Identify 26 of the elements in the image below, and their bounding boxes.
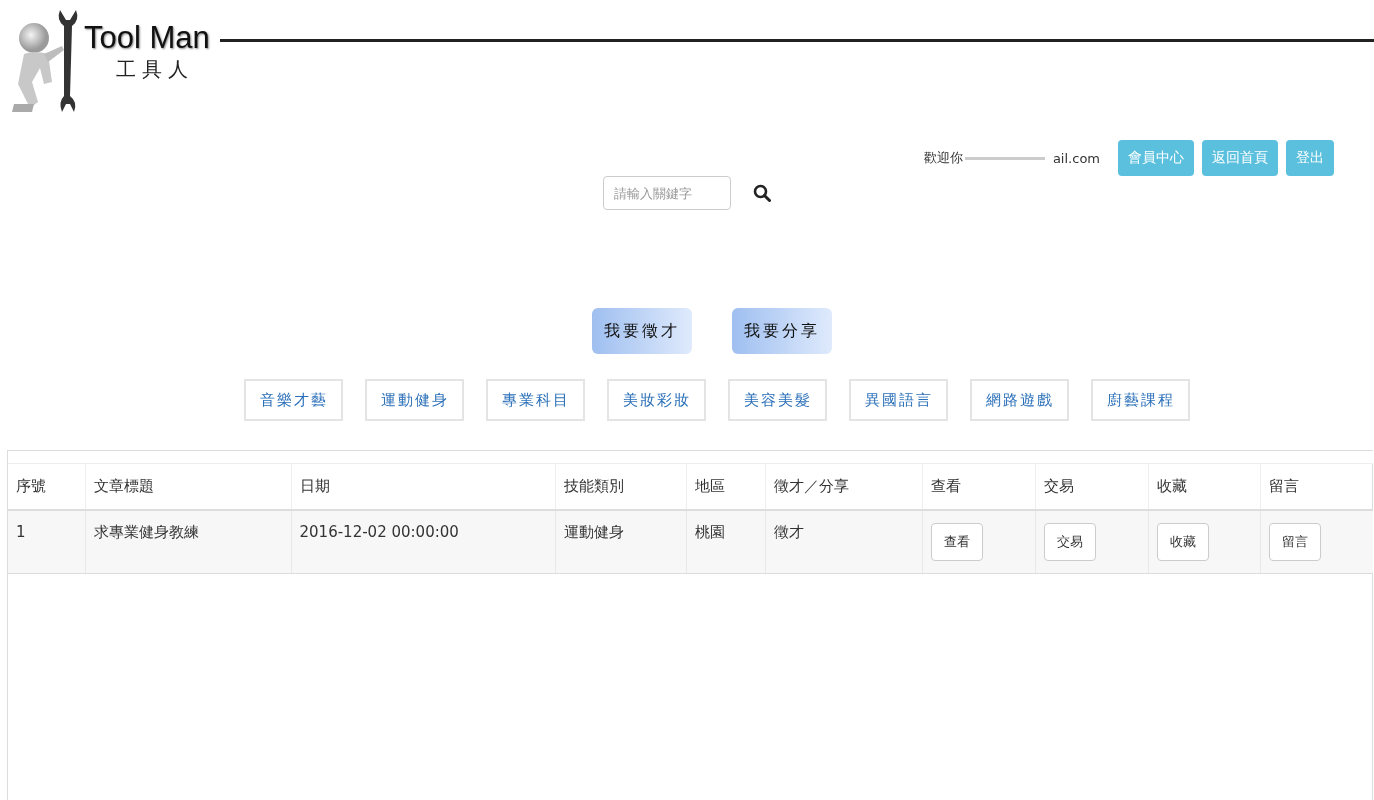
- table-cell: 運動健身: [555, 510, 686, 574]
- category-button[interactable]: 美容美髮: [728, 379, 827, 421]
- logo-title: Tool Man: [84, 20, 210, 56]
- category-button[interactable]: 美妝彩妝: [607, 379, 706, 421]
- row-action-button[interactable]: 交易: [1043, 523, 1096, 561]
- category-button[interactable]: 音樂才藝: [244, 379, 343, 421]
- row-action-button[interactable]: 查看: [930, 523, 983, 561]
- category-button[interactable]: 運動健身: [365, 379, 464, 421]
- table-cell: 求專業健身教練: [85, 510, 291, 574]
- row-action-button[interactable]: 收藏: [1156, 523, 1209, 561]
- search-icon[interactable]: [753, 184, 771, 202]
- table-cell: 桃園: [686, 510, 765, 574]
- search-field[interactable]: 請輸入關鍵字: [603, 176, 731, 210]
- category-button[interactable]: 網路遊戲: [970, 379, 1069, 421]
- category-button[interactable]: 異國語言: [849, 379, 948, 421]
- logo-subtitle: 工具人: [116, 56, 195, 82]
- row-action-button[interactable]: 留言: [1268, 523, 1321, 561]
- post-button[interactable]: 我要分享: [732, 308, 832, 354]
- post-button[interactable]: 我要徵才: [592, 308, 692, 354]
- table-cell: 2016-12-02 00:00:00: [291, 510, 555, 574]
- category-button[interactable]: 廚藝課程: [1091, 379, 1190, 421]
- category-button[interactable]: 專業科目: [486, 379, 585, 421]
- table-cell: 1: [8, 510, 85, 574]
- table-cell: 徵才: [765, 510, 922, 574]
- email-text: ail.com: [1052, 150, 1100, 166]
- welcome-text: 歡迎你: [923, 149, 963, 167]
